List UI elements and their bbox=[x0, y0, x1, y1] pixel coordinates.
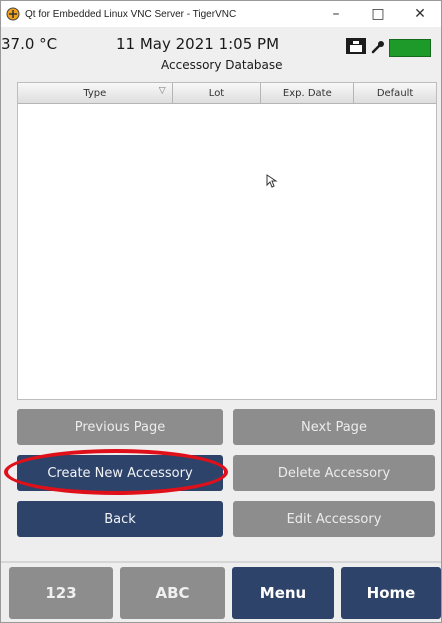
window-titlebar: Qt for Embedded Linux VNC Server - Tiger… bbox=[1, 1, 441, 27]
window-title: Qt for Embedded Linux VNC Server - Tiger… bbox=[25, 8, 237, 20]
previous-page-button[interactable]: Previous Page bbox=[17, 409, 223, 445]
numeric-keyboard-button[interactable]: 123 bbox=[9, 567, 113, 619]
next-page-button[interactable]: Next Page bbox=[233, 409, 435, 445]
bottom-divider bbox=[1, 561, 441, 563]
window-controls: – □ ✕ bbox=[315, 1, 441, 27]
alpha-keyboard-button[interactable]: ABC bbox=[120, 567, 225, 619]
wrench-icon bbox=[371, 39, 385, 58]
sort-arrow-icon: ▽ bbox=[158, 86, 166, 96]
close-button[interactable]: ✕ bbox=[399, 1, 441, 27]
column-header-lot[interactable]: Lot bbox=[173, 83, 262, 103]
home-button[interactable]: Home bbox=[341, 567, 441, 619]
accessory-table: Type ▽ Lot Exp. Date Default bbox=[17, 82, 437, 400]
menu-button[interactable]: Menu bbox=[232, 567, 334, 619]
column-header-type[interactable]: Type ▽ bbox=[18, 83, 173, 103]
page-title: Accessory Database bbox=[161, 58, 283, 72]
status-header: 37.0 °C 11 May 2021 1:05 PM Accessory Da… bbox=[1, 27, 441, 79]
temperature-readout: 37.0 °C bbox=[1, 35, 58, 53]
mouse-pointer-icon bbox=[266, 173, 278, 192]
create-new-accessory-button[interactable]: Create New Accessory bbox=[17, 455, 223, 491]
maximize-button[interactable]: □ bbox=[357, 1, 399, 27]
table-body[interactable] bbox=[18, 104, 436, 399]
column-header-exp-date[interactable]: Exp. Date bbox=[261, 83, 355, 103]
back-button[interactable]: Back bbox=[17, 501, 223, 537]
battery-icon bbox=[389, 39, 431, 57]
delete-accessory-button[interactable]: Delete Accessory bbox=[233, 455, 435, 491]
column-header-default[interactable]: Default bbox=[354, 83, 436, 103]
tigervnc-icon bbox=[6, 7, 20, 21]
date-time: 11 May 2021 1:05 PM bbox=[116, 35, 280, 53]
status-icons bbox=[345, 37, 431, 59]
edit-accessory-button[interactable]: Edit Accessory bbox=[233, 501, 435, 537]
vnc-window: Qt for Embedded Linux VNC Server - Tiger… bbox=[0, 0, 442, 623]
minimize-button[interactable]: – bbox=[315, 1, 357, 27]
device-icon bbox=[345, 37, 367, 59]
table-header: Type ▽ Lot Exp. Date Default bbox=[18, 83, 436, 104]
